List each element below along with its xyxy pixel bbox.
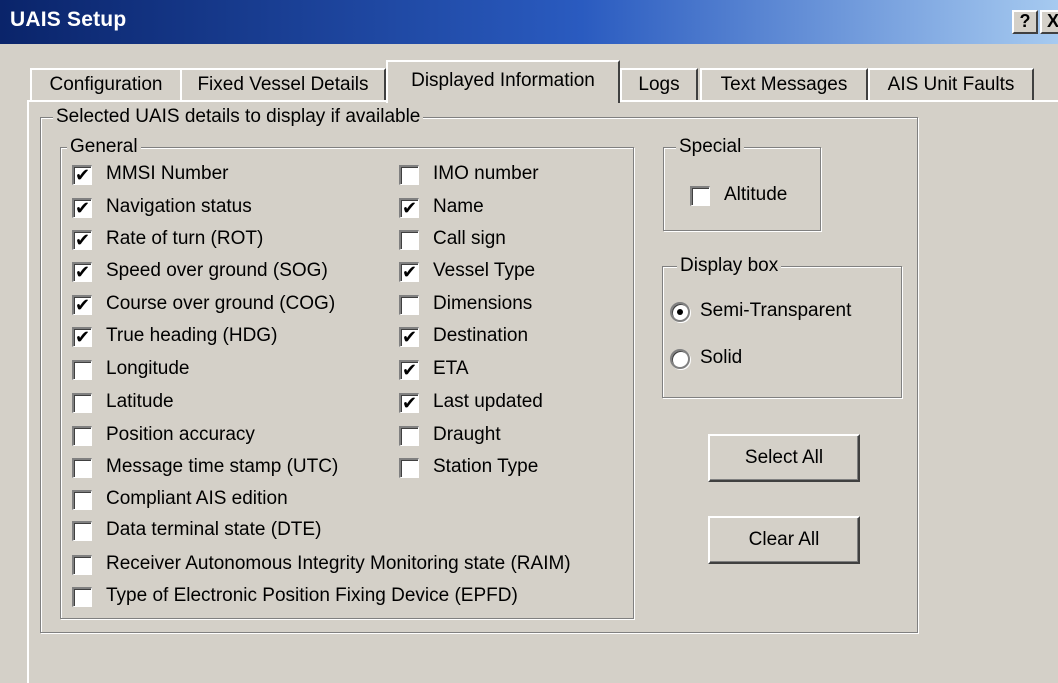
check-icon: ✔: [75, 327, 91, 347]
checkbox-box[interactable]: [72, 521, 92, 541]
select-all-button[interactable]: Select All: [708, 434, 860, 482]
window-title: UAIS Setup: [10, 8, 127, 31]
uais-setup-dialog: UAIS Setup ? X Configuration Fixed Vesse…: [0, 0, 1058, 683]
checkbox-box[interactable]: [72, 360, 92, 380]
title-bar[interactable]: UAIS Setup ? X: [0, 0, 1058, 44]
checkbox-label: IMO number: [433, 163, 539, 184]
tab-displayed-information[interactable]: Displayed Information: [386, 60, 620, 103]
tab-label: Fixed Vessel Details: [197, 74, 369, 95]
checkbox-label: Draught: [433, 424, 501, 445]
special-legend: Special: [676, 136, 745, 158]
checkbox-box[interactable]: ✔: [72, 295, 92, 315]
checkbox-box[interactable]: [690, 186, 710, 206]
checkbox-label: Call sign: [433, 228, 506, 249]
check-icon: ✔: [402, 360, 418, 380]
help-button[interactable]: ?: [1012, 10, 1038, 34]
tab-label: Text Messages: [720, 74, 848, 95]
checkbox-box[interactable]: ✔: [399, 327, 419, 347]
checkbox-box[interactable]: ✔: [399, 198, 419, 218]
check-icon: ✔: [75, 295, 91, 315]
checkbox-label: Compliant AIS edition: [106, 488, 288, 509]
checkbox-label: Speed over ground (SOG): [106, 260, 328, 281]
checkbox-label: Longitude: [106, 358, 190, 379]
checkbox-label: Navigation status: [106, 196, 252, 217]
check-icon: ✔: [75, 165, 91, 185]
radio-label: Semi-Transparent: [700, 300, 852, 321]
tab-label: Logs: [638, 74, 680, 95]
tab-ais-unit-faults[interactable]: AIS Unit Faults: [868, 68, 1034, 101]
tab-label: Configuration: [49, 74, 163, 95]
checkbox-box[interactable]: ✔: [72, 165, 92, 185]
radio-label: Solid: [700, 347, 743, 368]
checkbox-label: Latitude: [106, 391, 174, 412]
checkbox-label: True heading (HDG): [106, 325, 278, 346]
radio-circle[interactable]: [670, 302, 690, 322]
check-icon: ✔: [402, 327, 418, 347]
checkbox-label: Last updated: [433, 391, 543, 412]
checkbox-box[interactable]: [72, 458, 92, 478]
checkbox-box[interactable]: [72, 490, 92, 510]
checkbox-label: Altitude: [724, 184, 788, 205]
checkbox-box[interactable]: ✔: [72, 327, 92, 347]
checkbox-box[interactable]: [399, 426, 419, 446]
radio-dot: [677, 309, 683, 315]
checkbox-box[interactable]: ✔: [72, 230, 92, 250]
checkbox-label: Station Type: [433, 456, 539, 477]
checkbox-label: MMSI Number: [106, 163, 229, 184]
check-icon: ✔: [75, 198, 91, 218]
checkbox-box[interactable]: [72, 587, 92, 607]
tab-configuration[interactable]: Configuration: [30, 68, 182, 101]
checkbox-box[interactable]: ✔: [399, 393, 419, 413]
tab-fixed-vessel-details[interactable]: Fixed Vessel Details: [180, 68, 386, 101]
checkbox-label: Destination: [433, 325, 529, 346]
tab-logs[interactable]: Logs: [620, 68, 698, 101]
checkbox-label: Data terminal state (DTE): [106, 519, 322, 540]
checkbox-label: ETA: [433, 358, 469, 379]
display-box-legend: Display box: [677, 255, 782, 277]
checkbox-box[interactable]: [72, 555, 92, 575]
checkbox-label: Message time stamp (UTC): [106, 456, 339, 477]
checkbox-box[interactable]: [399, 165, 419, 185]
check-icon: ✔: [402, 393, 418, 413]
tab-label: Displayed Information: [411, 70, 595, 91]
tab-label: AIS Unit Faults: [887, 74, 1015, 95]
checkbox-box[interactable]: [399, 295, 419, 315]
general-legend: General: [67, 136, 141, 158]
checkbox-box[interactable]: ✔: [399, 262, 419, 282]
details-legend: Selected UAIS details to display if avai…: [53, 106, 424, 128]
checkbox-label: Position accuracy: [106, 424, 255, 445]
close-button[interactable]: X: [1040, 10, 1058, 34]
checkbox-box[interactable]: ✔: [72, 198, 92, 218]
checkbox-box[interactable]: [399, 458, 419, 478]
check-icon: ✔: [75, 262, 91, 282]
check-icon: ✔: [75, 230, 91, 250]
check-icon: ✔: [402, 198, 418, 218]
checkbox-label: Vessel Type: [433, 260, 536, 281]
checkbox-label: Rate of turn (ROT): [106, 228, 264, 249]
checkbox-label: Course over ground (COG): [106, 293, 336, 314]
clear-all-button[interactable]: Clear All: [708, 516, 860, 564]
checkbox-box[interactable]: [399, 230, 419, 250]
check-icon: ✔: [402, 262, 418, 282]
checkbox-label: Dimensions: [433, 293, 533, 314]
checkbox-label: Receiver Autonomous Integrity Monitoring…: [106, 553, 571, 574]
checkbox-box[interactable]: [72, 393, 92, 413]
checkbox-label: Name: [433, 196, 484, 217]
radio-circle[interactable]: [670, 349, 690, 369]
checkbox-box[interactable]: ✔: [72, 262, 92, 282]
tab-text-messages[interactable]: Text Messages: [700, 68, 868, 101]
checkbox-box[interactable]: [72, 426, 92, 446]
checkbox-box[interactable]: ✔: [399, 360, 419, 380]
checkbox-label: Type of Electronic Position Fixing Devic…: [106, 585, 518, 606]
display-box-groupbox: Display box: [662, 255, 902, 398]
